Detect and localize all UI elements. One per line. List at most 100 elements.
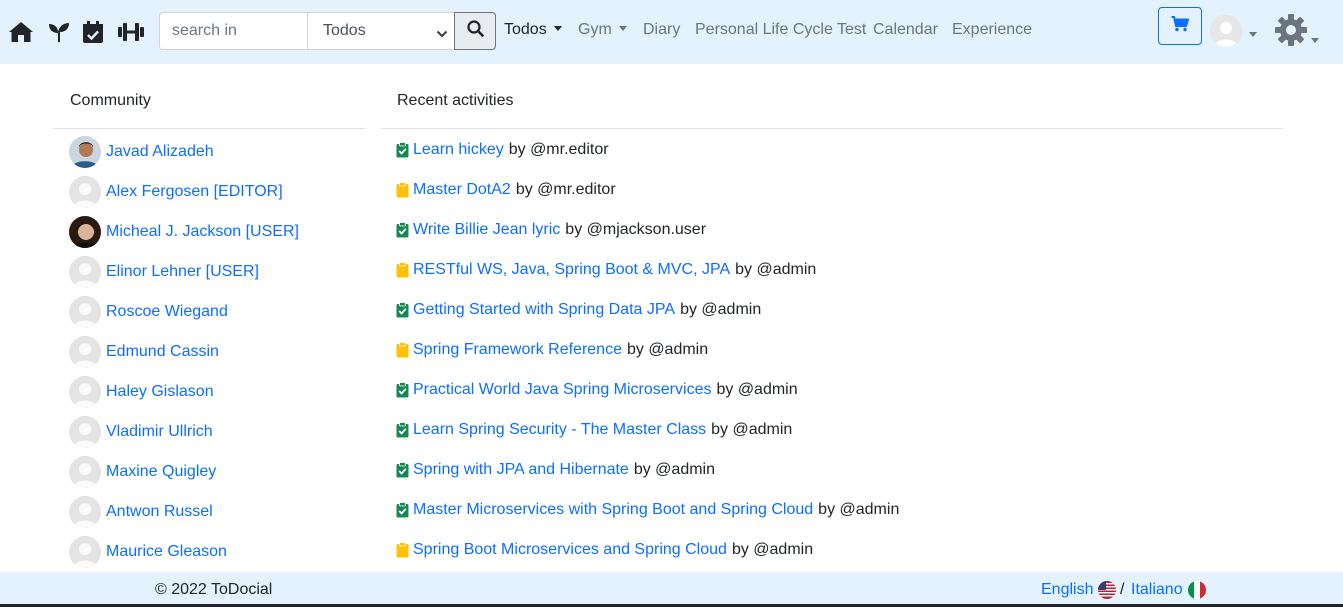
activities-divider [381,128,1283,129]
search-category-select[interactable]: Todos [307,12,455,50]
activity-item: Spring Boot Microservices and Spring Clo… [396,540,813,560]
activity-item: Learn Spring Security - The Master Class… [396,420,792,440]
activity-item: Spring with JPA and Hibernate by @admin [396,460,715,480]
activity-link[interactable]: Learn hickey [413,141,504,159]
activity-link[interactable]: Getting Started with Spring Data JPA [413,301,675,319]
user-link[interactable]: Micheal J. Jackson [USER] [106,223,299,241]
lang-italian-link[interactable]: Italiano [1131,581,1206,599]
user-link[interactable]: Haley Gislason [106,383,214,401]
caret-down-icon[interactable] [1249,27,1257,45]
calendar-check-icon[interactable] [80,19,106,45]
navbar: Todos Todos Gym Diary Personal Life Cycl… [0,0,1343,64]
activity-item: Practical World Java Spring Microservice… [396,380,798,400]
activity-item: Spring Framework Reference by @admin [396,340,708,360]
activity-item: Write Billie Jean lyric by @mjackson.user [396,220,706,240]
user-link[interactable]: Roscoe Wiegand [106,303,228,321]
activity-link[interactable]: Practical World Java Spring Microservice… [413,381,711,399]
avatar[interactable] [69,216,101,248]
lang-english-link[interactable]: English [1041,581,1117,599]
user-list-item: Roscoe Wiegand [69,296,228,328]
activity-author: by @admin [716,381,798,398]
user-avatar[interactable] [1210,15,1242,47]
nav-diary[interactable]: Diary [643,21,680,39]
avatar[interactable] [69,496,101,528]
avatar[interactable] [69,456,101,488]
clipboard-check-icon [396,222,410,238]
clipboard-icon [396,342,410,358]
community-title: Community [70,92,151,109]
cart-button[interactable] [1158,7,1202,45]
copyright: © 2022 ToDocial [155,581,273,598]
activity-link[interactable]: Spring Framework Reference [413,341,622,359]
user-list-item: Elinor Lehner [USER] [69,256,259,288]
clipboard-check-icon [396,142,410,158]
clipboard-check-icon [396,462,410,478]
nav-experience[interactable]: Experience [952,21,1032,39]
caret-down-icon[interactable] [1311,33,1319,51]
activity-link[interactable]: Spring Boot Microservices and Spring Clo… [413,541,727,559]
user-link[interactable]: Vladimir Ullrich [106,423,213,441]
activity-link[interactable]: Spring with JPA and Hibernate [413,461,629,479]
user-list-item: Micheal J. Jackson [USER] [69,216,299,248]
gear-icon[interactable] [1274,13,1308,47]
activity-author: by @mr.editor [515,181,616,198]
activity-link[interactable]: Learn Spring Security - The Master Class [413,421,706,439]
activity-link[interactable]: Write Billie Jean lyric [413,221,560,239]
activity-author: by @admin [731,541,814,558]
user-link[interactable]: Elinor Lehner [USER] [106,263,259,281]
search-category-value: Todos [323,22,366,39]
lang-english-label: English [1041,581,1094,598]
search-button[interactable] [454,12,496,50]
clipboard-icon [396,182,410,198]
caret-down-icon [553,26,562,31]
user-link[interactable]: Maxine Quigley [106,463,216,481]
nav-gym[interactable]: Gym [578,21,627,39]
dumbbell-icon[interactable] [117,19,145,45]
seedling-icon[interactable] [46,19,72,45]
home-icon[interactable] [8,19,34,45]
activity-author: by @admin [626,341,709,358]
activity-item: Master DotA2 by @mr.editor [396,180,616,200]
user-list-item: Antwon Russel [69,496,213,528]
avatar[interactable] [69,296,101,328]
clipboard-icon [396,262,410,278]
clipboard-check-icon [396,382,410,398]
user-link[interactable]: Antwon Russel [106,503,213,521]
user-list-item: Javad Alizadeh [69,136,214,168]
search-input[interactable] [159,12,308,50]
clipboard-icon [396,542,410,558]
italy-flag-icon [1187,581,1206,599]
avatar[interactable] [69,416,101,448]
activity-author: by @mr.editor [508,141,609,158]
activity-item: Getting Started with Spring Data JPA by @… [396,300,761,320]
activity-author: by @admin [711,421,793,438]
activity-link[interactable]: Master DotA2 [413,181,511,199]
nav-personal-life-cycle-test[interactable]: Personal Life Cycle Test [695,21,866,39]
user-link[interactable]: Maurice Gleason [106,543,227,561]
avatar[interactable] [69,336,101,368]
user-menu-caret [1249,32,1257,37]
lang-italian-label: Italiano [1131,581,1183,598]
user-list-item: Maxine Quigley [69,456,216,488]
lang-separator: / [1120,581,1125,598]
activity-author: by @admin [818,501,900,518]
activity-link[interactable]: Master Microservices with Spring Boot an… [413,501,813,519]
avatar[interactable] [69,536,101,568]
user-link[interactable]: Javad Alizadeh [106,143,214,161]
clipboard-check-icon [396,422,410,438]
user-link[interactable]: Alex Fergosen [EDITOR] [106,183,283,201]
nav-todos[interactable]: Todos [504,21,562,39]
nav-calendar[interactable]: Calendar [873,21,938,39]
clipboard-check-icon [396,502,410,518]
activity-author: by @admin [680,301,762,318]
activity-author: by @mjackson.user [565,221,707,238]
user-list-item: Maurice Gleason [69,536,227,568]
avatar[interactable] [69,256,101,288]
user-link[interactable]: Edmund Cassin [106,343,219,361]
avatar[interactable] [69,176,101,208]
avatar[interactable] [69,376,101,408]
user-list-item: Alex Fergosen [EDITOR] [69,176,283,208]
settings-menu-caret [1311,38,1319,43]
activity-link[interactable]: RESTful WS, Java, Spring Boot & MVC, JPA [413,261,730,279]
avatar[interactable] [69,136,101,168]
